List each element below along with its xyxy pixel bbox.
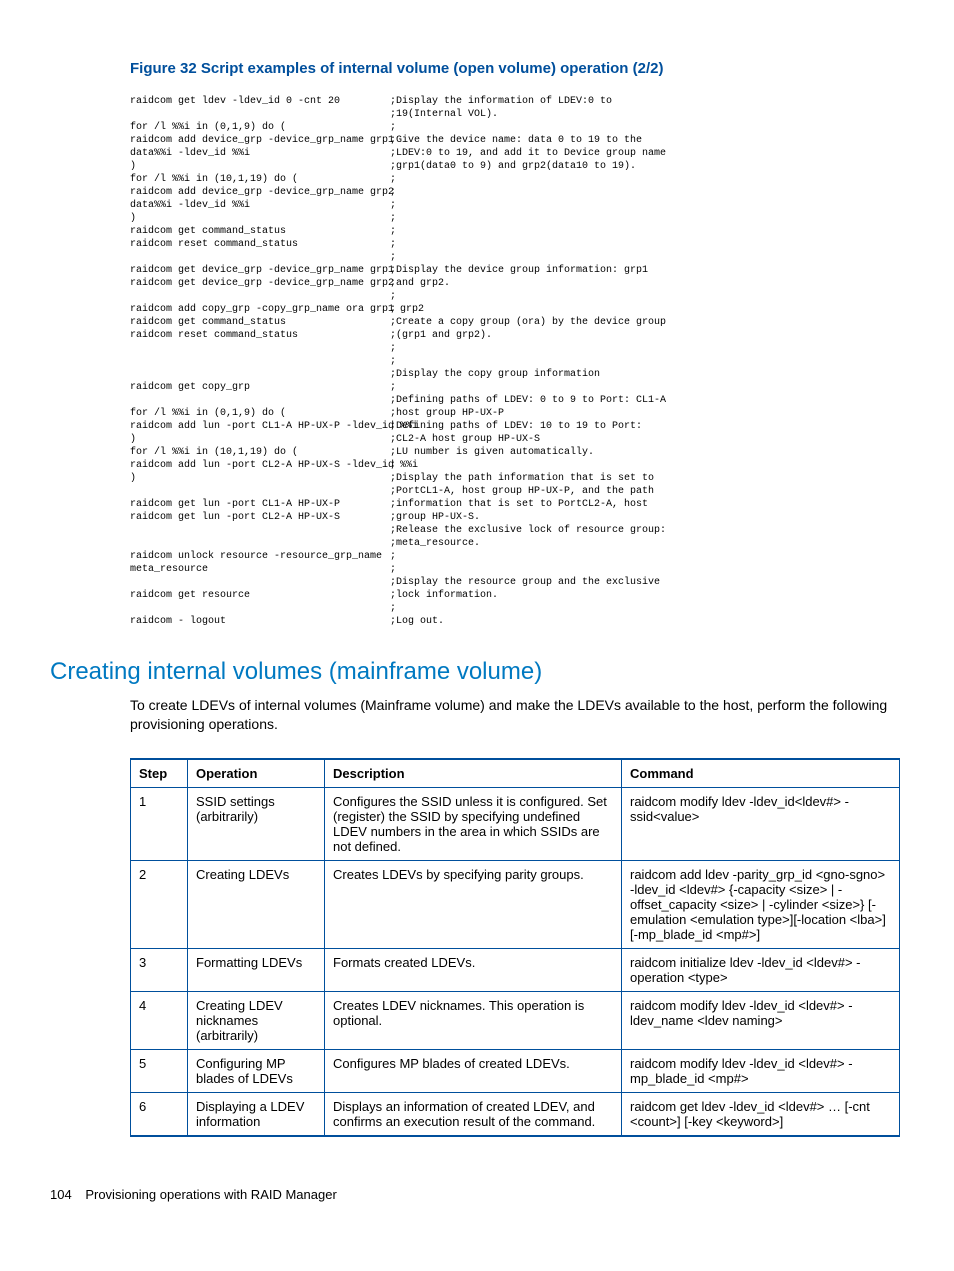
table-row: 3 Formatting LDEVs Formats created LDEVs… <box>131 948 900 991</box>
cell-cmd: raidcom initialize ldev -ldev_id <ldev#>… <box>622 948 900 991</box>
cell-cmd: raidcom modify ldev -ldev_id <ldev#> -ld… <box>622 991 900 1049</box>
cell-op: Displaying a LDEV information <box>188 1092 325 1136</box>
header-operation: Operation <box>188 759 325 788</box>
section-intro: To create LDEVs of internal volumes (Mai… <box>130 696 904 734</box>
cell-op: Creating LDEV nicknames (arbitrarily) <box>188 991 325 1049</box>
cell-desc: Creates LDEV nicknames. This operation i… <box>325 991 622 1049</box>
header-description: Description <box>325 759 622 788</box>
cell-desc: Configures MP blades of created LDEVs. <box>325 1049 622 1092</box>
cell-step: 2 <box>131 860 188 948</box>
code-left-column: raidcom get ldev -ldev_id 0 -cnt 20 for … <box>130 95 390 628</box>
table-row: 2 Creating LDEVs Creates LDEVs by specif… <box>131 860 900 948</box>
cell-desc: Configures the SSID unless it is configu… <box>325 787 622 860</box>
cell-op: Creating LDEVs <box>188 860 325 948</box>
cell-desc: Displays an information of created LDEV,… <box>325 1092 622 1136</box>
table-row: 5 Configuring MP blades of LDEVs Configu… <box>131 1049 900 1092</box>
table-row: 1 SSID settings (arbitrarily) Configures… <box>131 787 900 860</box>
cell-op: Formatting LDEVs <box>188 948 325 991</box>
page-footer: 104 Provisioning operations with RAID Ma… <box>50 1187 904 1202</box>
table-header-row: Step Operation Description Command <box>131 759 900 788</box>
cell-cmd: raidcom modify ldev -ldev_id<ldev#> -ssi… <box>622 787 900 860</box>
section-heading: Creating internal volumes (mainframe vol… <box>50 658 904 686</box>
header-command: Command <box>622 759 900 788</box>
cell-step: 1 <box>131 787 188 860</box>
code-block: raidcom get ldev -ldev_id 0 -cnt 20 for … <box>130 95 904 628</box>
cell-desc: Formats created LDEVs. <box>325 948 622 991</box>
cell-step: 3 <box>131 948 188 991</box>
code-right-column: ;Display the information of LDEV:0 to ;1… <box>390 95 904 628</box>
page-number: 104 <box>50 1187 72 1202</box>
cell-step: 6 <box>131 1092 188 1136</box>
cell-step: 4 <box>131 991 188 1049</box>
cell-step: 5 <box>131 1049 188 1092</box>
footer-title: Provisioning operations with RAID Manage… <box>85 1187 336 1202</box>
cell-op: Configuring MP blades of LDEVs <box>188 1049 325 1092</box>
steps-table: Step Operation Description Command 1 SSI… <box>130 758 900 1137</box>
cell-cmd: raidcom add ldev -parity_grp_id <gno-sgn… <box>622 860 900 948</box>
cell-cmd: raidcom modify ldev -ldev_id <ldev#> -mp… <box>622 1049 900 1092</box>
table-row: 4 Creating LDEV nicknames (arbitrarily) … <box>131 991 900 1049</box>
figure-title: Figure 32 Script examples of internal vo… <box>130 60 904 77</box>
cell-desc: Creates LDEVs by specifying parity group… <box>325 860 622 948</box>
table-row: 6 Displaying a LDEV information Displays… <box>131 1092 900 1136</box>
header-step: Step <box>131 759 188 788</box>
cell-op: SSID settings (arbitrarily) <box>188 787 325 860</box>
cell-cmd: raidcom get ldev -ldev_id <ldev#> … [-cn… <box>622 1092 900 1136</box>
